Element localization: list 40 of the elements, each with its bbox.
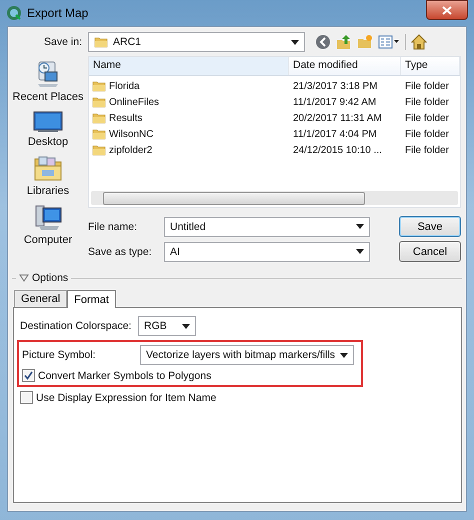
place-link[interactable]: Desktop bbox=[28, 136, 68, 148]
type-cell-text: File folder bbox=[404, 128, 450, 142]
type-cell-text: File folder bbox=[404, 80, 450, 94]
date-cell-text: 11/1/2017 4:04 PM bbox=[292, 128, 378, 142]
file-name-cell[interactable]: zipfolder2 bbox=[89, 142, 289, 158]
file-name-label: File name: bbox=[88, 220, 138, 232]
date-cell-text: 21/3/2017 3:18 PM bbox=[292, 80, 379, 94]
picture-symbol-label: Picture Symbol: bbox=[22, 349, 97, 361]
cancel-button[interactable]: Cancel bbox=[399, 241, 461, 262]
tab[interactable]: Format bbox=[67, 290, 116, 308]
window-title: Export Map bbox=[27, 6, 88, 20]
save-as-type-label: Save as type: bbox=[88, 246, 153, 258]
colorspace-dropdown[interactable]: RGB bbox=[138, 316, 196, 336]
date-cell-text: 11/1/2017 9:42 AM bbox=[292, 96, 378, 110]
save-button[interactable]: Save bbox=[399, 216, 461, 237]
checkbox-label: Use Display Expression for Item Name bbox=[36, 392, 216, 404]
tab[interactable]: General bbox=[14, 290, 68, 307]
date-cell-text: 20/2/2017 11:31 AM bbox=[292, 112, 383, 126]
file-name-field[interactable]: Untitled bbox=[164, 216, 370, 236]
file-name-cell[interactable]: OnlineFiles bbox=[89, 94, 289, 110]
checkbox-label: Convert Marker Symbols to Polygons bbox=[38, 370, 212, 382]
options-label[interactable]: Options bbox=[32, 272, 68, 284]
type-cell-text: File folder bbox=[404, 96, 450, 110]
column-header[interactable]: Name bbox=[89, 57, 289, 75]
colorspace-label: Destination Colorspace: bbox=[20, 320, 132, 332]
column-header[interactable]: Type bbox=[401, 57, 460, 75]
file-name-cell[interactable]: Florida bbox=[89, 78, 289, 94]
save-as-type-dropdown[interactable]: AI bbox=[164, 242, 370, 262]
type-cell-text: File folder bbox=[404, 144, 450, 158]
picture-symbol-dropdown[interactable]: Vectorize layers with bitmap markers/fills bbox=[140, 345, 354, 365]
place-link[interactable]: Libraries bbox=[26, 185, 70, 197]
type-cell-text: File folder bbox=[404, 112, 450, 126]
save-in-label: Save in: bbox=[43, 36, 83, 48]
save-in-dropdown[interactable]: ARC1 bbox=[88, 32, 305, 52]
file-name-cell[interactable]: Results bbox=[89, 110, 289, 126]
place-link[interactable]: Computer bbox=[24, 234, 72, 246]
date-cell-text: 24/12/2015 10:10 ... bbox=[292, 144, 383, 158]
place-link[interactable]: Recent Places bbox=[12, 91, 84, 103]
file-name-cell[interactable]: WilsonNC bbox=[89, 126, 289, 142]
column-header[interactable]: Date modified bbox=[289, 57, 401, 75]
